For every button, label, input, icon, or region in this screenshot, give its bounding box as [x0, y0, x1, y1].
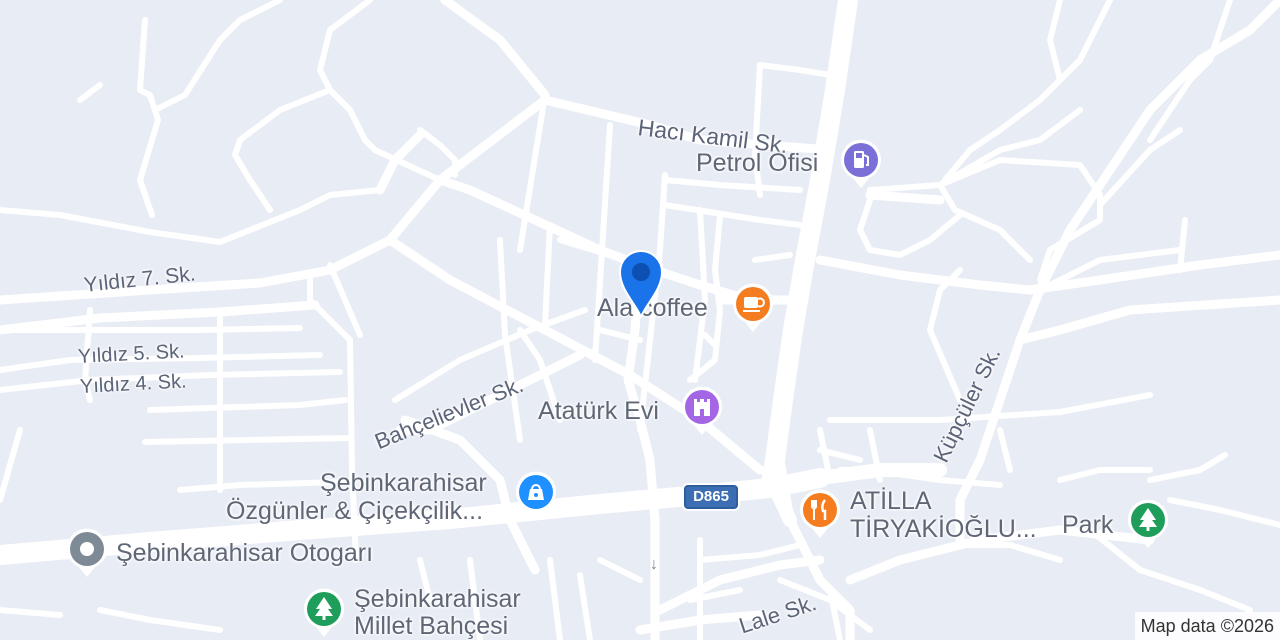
poi-label-millet-line2[interactable]: Millet Bahçesi — [354, 613, 508, 640]
poi-pin-petrol-ofisi[interactable] — [839, 138, 883, 190]
map-view[interactable]: Hacı Kamil Sk. Yıldız 7. Sk. Yıldız 5. S… — [0, 0, 1280, 640]
gas-station-icon — [841, 139, 881, 188]
map-attribution: Map data ©2026 — [1134, 612, 1280, 640]
poi-pin-ataturk-evi[interactable] — [680, 385, 724, 437]
poi-pin-ozgunler[interactable] — [514, 470, 558, 522]
poi-label-ozgunler-line1[interactable]: Şebinkarahisar — [320, 470, 487, 497]
generic-place-icon — [67, 528, 107, 577]
castle-landmark-icon — [682, 386, 722, 435]
poi-pin-ala-coffee[interactable] — [731, 282, 775, 334]
coffee-cup-icon — [733, 283, 773, 332]
selected-location-pin[interactable] — [614, 244, 668, 320]
poi-pin-park[interactable] — [1126, 498, 1170, 550]
poi-label-otogar[interactable]: Şebinkarahisar Otogarı — [116, 540, 373, 567]
poi-label-millet-line1[interactable]: Şebinkarahisar — [354, 586, 521, 613]
poi-label-ozgunler-line2[interactable]: Özgünler & Çiçekçilik... — [226, 498, 483, 525]
poi-label-petrol-ofisi[interactable]: Petrol Ofisi — [696, 150, 818, 177]
one-way-arrow-icon: ↓ — [650, 556, 658, 573]
poi-pin-millet[interactable] — [302, 587, 346, 639]
restaurant-fork-knife-icon — [800, 489, 840, 538]
poi-pin-atilla[interactable] — [798, 488, 842, 540]
poi-label-park[interactable]: Park — [1062, 512, 1113, 539]
poi-pin-otogar[interactable] — [65, 527, 109, 579]
location-marker-icon — [618, 250, 664, 320]
tree-icon — [1128, 499, 1168, 548]
poi-label-ataturk-evi[interactable]: Atatürk Evi — [538, 398, 659, 425]
poi-label-atilla-line2[interactable]: TİRYAKİOĞLU... — [850, 516, 1037, 543]
route-shield-d865: D865 — [684, 485, 738, 509]
tree-icon — [304, 588, 344, 637]
poi-label-atilla-line1[interactable]: ATİLLA — [850, 488, 932, 515]
shopping-bag-icon — [516, 471, 556, 520]
